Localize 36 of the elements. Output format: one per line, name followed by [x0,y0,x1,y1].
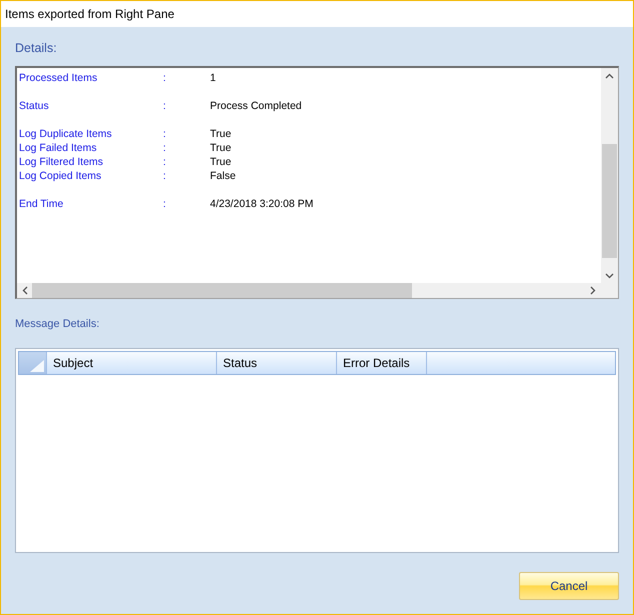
column-header[interactable]: Subject [47,352,217,374]
field-label: Log Copied Items [19,169,102,183]
colon: : [163,141,167,155]
field-label: Processed Items [19,71,98,85]
details-label: Details: [15,41,58,55]
scroll-right-icon[interactable] [588,286,597,295]
window-title: Items exported from Right Pane [5,7,174,21]
colon: : [163,99,167,113]
field-value: False [210,169,236,183]
cancel-button[interactable]: Cancel [519,572,619,600]
field-value: True [210,141,232,155]
field-label: Status [19,99,50,113]
field-value: 4/23/2018 3:20:08 PM [210,197,314,211]
column-header[interactable]: Error Details [337,352,427,374]
field-label: Log Failed Items [19,141,98,155]
field-label: Log Filtered Items [19,155,104,169]
scroll-up-icon[interactable] [605,72,614,81]
vertical-scrollbar[interactable] [601,68,618,283]
scroll-down-icon[interactable] [605,271,614,280]
colon: : [163,155,167,169]
field-value: True [210,127,232,141]
field-value: 1 [210,71,216,85]
field-label: End Time [19,197,64,211]
column-header[interactable]: Status [217,352,337,374]
field-label: Log Duplicate Items [19,127,113,141]
scroll-thumb[interactable] [602,144,617,258]
colon: : [163,169,167,183]
colon: : [163,71,167,85]
horizontal-scrollbar[interactable] [17,283,601,298]
scroll-left-icon[interactable] [21,286,30,295]
field-value: Process Completed [210,99,302,113]
message-details-label: Message Details: [15,318,100,330]
field-value: True [210,155,232,169]
colon: : [163,197,167,211]
colon: : [163,127,167,141]
scroll-thumb[interactable] [32,283,412,298]
